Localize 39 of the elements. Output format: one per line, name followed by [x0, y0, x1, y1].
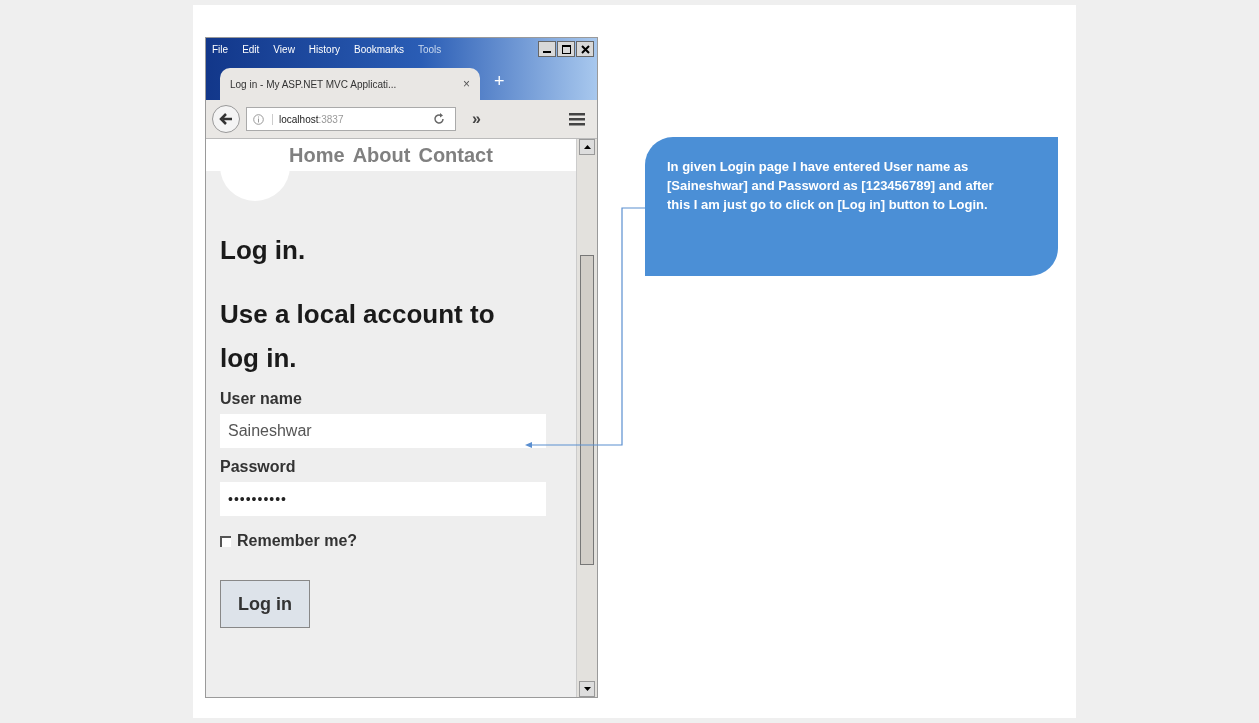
page-title: Log in.	[220, 235, 307, 266]
reload-icon[interactable]	[433, 113, 445, 125]
back-button[interactable]	[212, 105, 240, 133]
tab-title: Log in - My ASP.NET MVC Applicati...	[230, 78, 398, 90]
overflow-button[interactable]: »	[472, 110, 481, 128]
page-subtitle: Use a local account to log in.	[220, 298, 496, 376]
maximize-button[interactable]	[557, 41, 575, 57]
menu-item[interactable]: History	[308, 43, 340, 55]
menu-item[interactable]: Bookmarks	[354, 43, 404, 55]
menu-item[interactable]: Tools	[418, 43, 442, 55]
scroll-down-icon[interactable]	[579, 681, 595, 697]
close-icon	[580, 44, 590, 54]
menu-icon[interactable]	[569, 112, 585, 126]
menu-item[interactable]: Edit	[242, 43, 260, 55]
info-icon	[253, 113, 264, 125]
scroll-thumb[interactable]	[580, 255, 594, 565]
scrollbar[interactable]	[576, 139, 597, 697]
menu-item[interactable]: View	[273, 43, 295, 55]
tab-close-button[interactable]: ×	[463, 77, 470, 91]
nav-link[interactable]: Home	[289, 143, 345, 167]
scroll-up-icon[interactable]	[579, 139, 595, 155]
browser-tab[interactable]: Log in - My ASP.NET MVC Applicati... ×	[220, 68, 480, 100]
url-text: localhost:3837	[272, 113, 344, 125]
minimize-button[interactable]	[538, 41, 556, 57]
address-bar[interactable]: localhost:3837	[246, 107, 456, 131]
nav-link[interactable]: Contact	[418, 143, 493, 167]
callout-text: In given Login page I have entered User name as [Saineshwar] and Password as [123456789] and after this I am just go to click on [Log in] button to Login.	[645, 137, 1058, 276]
nav-link[interactable]: About	[352, 143, 411, 167]
field-label: User name	[220, 390, 303, 409]
menu-item[interactable]: File	[212, 43, 229, 55]
arrow-left-icon	[219, 112, 233, 126]
maximize-icon	[561, 44, 571, 54]
checkbox-label: Remember me?	[237, 532, 358, 551]
login-button[interactable]: Log in	[220, 580, 310, 629]
field-label: Password	[220, 458, 297, 477]
checkbox[interactable]	[220, 535, 231, 547]
close-button[interactable]	[576, 41, 594, 57]
username-field[interactable]: Saineshwar	[220, 414, 546, 449]
password-field[interactable]: ••••••••••	[220, 482, 546, 517]
